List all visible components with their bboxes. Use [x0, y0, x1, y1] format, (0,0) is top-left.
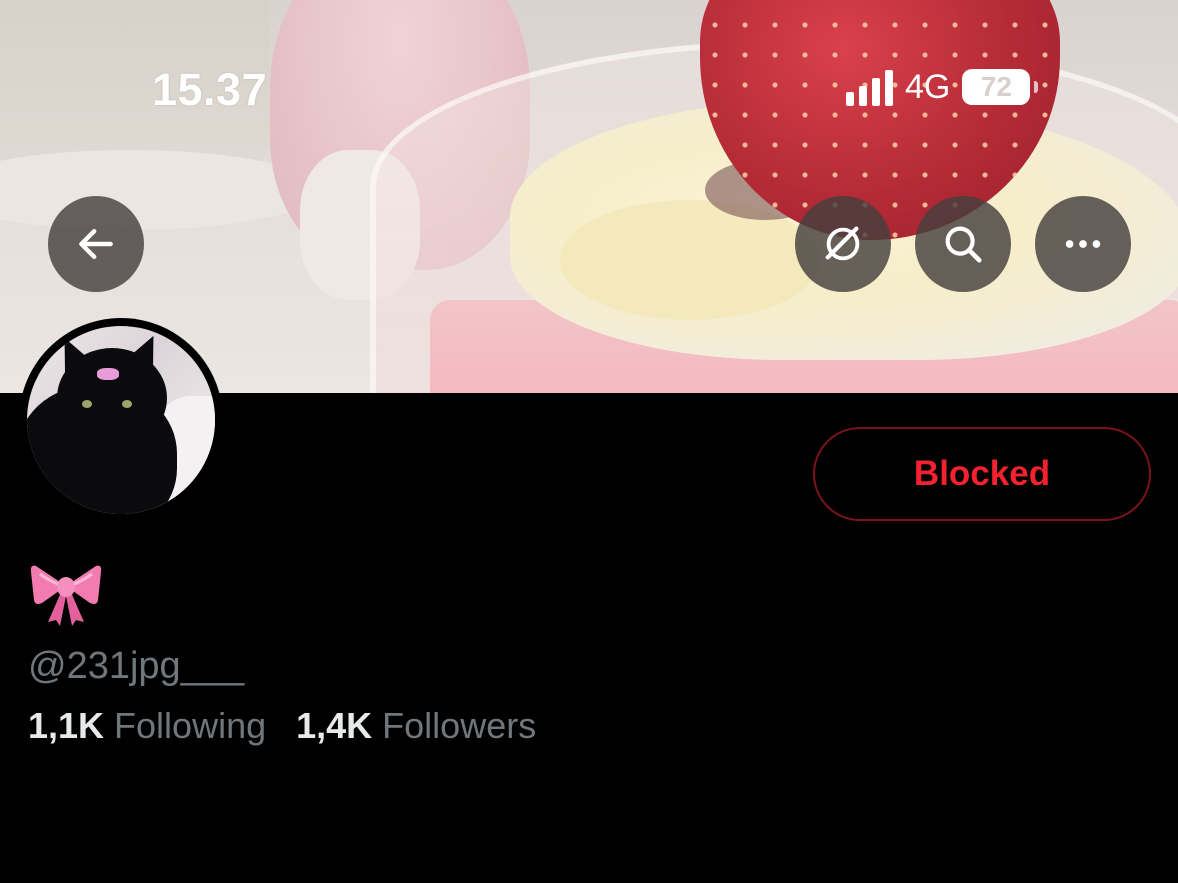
search-icon [945, 226, 982, 263]
profile-handle: @231jpg___ [28, 645, 245, 687]
profile-avatar[interactable] [19, 318, 223, 522]
more-horizontal-icon [1065, 240, 1101, 248]
profile-screen: 15.37 4G 72 Blocked @231jpg___ 1,1K Foll… [0, 0, 1178, 883]
battery-icon: 72 [962, 69, 1039, 105]
avatar-cat-head [57, 348, 167, 448]
followers-link[interactable]: 1,4K Followers [296, 705, 536, 747]
status-time: 15.37 [152, 64, 268, 115]
display-name [28, 556, 104, 626]
following-count: 1,1K [28, 705, 105, 746]
avatar-cat-eye-left [82, 400, 92, 408]
avatar-cat-eye-right [122, 400, 132, 408]
signal-icon [846, 68, 893, 106]
avatar-cat-bow [97, 368, 119, 380]
arrow-left-icon [79, 228, 113, 260]
back-button[interactable] [48, 196, 144, 292]
search-button[interactable] [915, 196, 1011, 292]
following-label: Following [114, 705, 267, 746]
status-indicators: 4G 72 [846, 66, 1039, 108]
avatar-image [27, 326, 215, 514]
more-button[interactable] [1035, 196, 1131, 292]
battery-level: 72 [980, 71, 1012, 102]
grok-button[interactable] [795, 196, 891, 292]
following-link[interactable]: 1,1K Following [28, 705, 266, 747]
follow-counts: 1,1K Following 1,4K Followers [28, 705, 536, 747]
followers-count: 1,4K [296, 705, 373, 746]
blocked-button[interactable]: Blocked [813, 427, 1151, 521]
ribbon-emoji-icon [30, 565, 102, 626]
network-type: 4G [905, 67, 951, 106]
followers-label: Followers [382, 705, 537, 746]
grok-icon [825, 226, 860, 261]
